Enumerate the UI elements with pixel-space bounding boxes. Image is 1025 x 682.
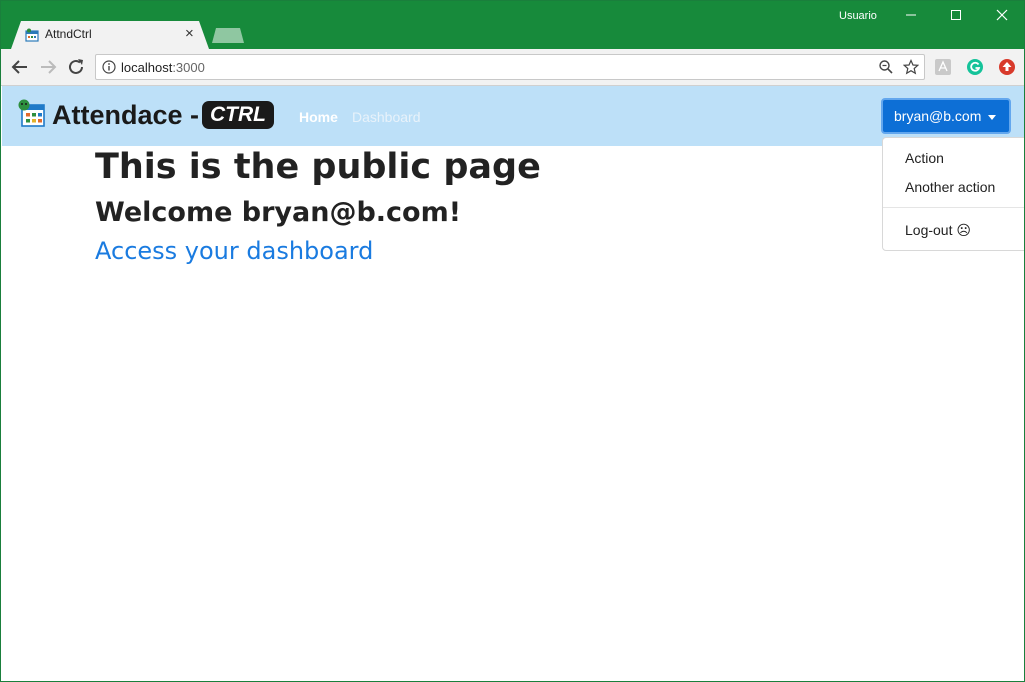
welcome-heading: Welcome bryan@b.com! <box>95 197 462 228</box>
tab-close-icon[interactable]: × <box>185 25 194 43</box>
dropdown-item-action[interactable]: Action <box>905 150 944 166</box>
maximize-icon <box>951 10 961 20</box>
close-window-button[interactable] <box>987 5 1017 27</box>
dropdown-item-logout[interactable]: Log-out ☹ <box>905 222 971 239</box>
calendar-favicon-icon <box>25 28 39 42</box>
reload-icon[interactable] <box>65 56 87 78</box>
site-navbar: Attendace - CTRL Home Dashboard bryan@b.… <box>2 86 1024 146</box>
user-dropdown-button[interactable]: bryan@b.com <box>881 98 1011 134</box>
user-dropdown-label: bryan@b.com <box>894 108 982 124</box>
brand-text: Attendace - <box>52 100 200 130</box>
browser-toolbar: localhost:3000 <box>1 49 1024 86</box>
browser-window: AttndCtrl × Usuario localhost:3000 Atten… <box>0 0 1025 682</box>
pdf-extension-icon[interactable] <box>934 58 952 76</box>
tab-title: AttndCtrl <box>45 27 92 41</box>
user-dropdown-menu: Action Another action Log-out ☹ <box>882 137 1024 251</box>
grammarly-extension-icon[interactable] <box>966 58 984 76</box>
browser-tab[interactable]: AttndCtrl × <box>11 21 209 49</box>
brand-badge: CTRL <box>202 101 274 129</box>
minimize-icon <box>906 14 916 16</box>
zoom-icon[interactable] <box>878 59 894 75</box>
forward-arrow-icon[interactable] <box>37 56 59 78</box>
dropdown-divider <box>883 207 1024 208</box>
back-arrow-icon[interactable] <box>9 56 31 78</box>
nav-link-dashboard[interactable]: Dashboard <box>352 109 421 125</box>
dropdown-item-another-action[interactable]: Another action <box>905 179 995 195</box>
upload-extension-icon[interactable] <box>998 58 1016 76</box>
page-title: This is the public page <box>95 147 541 187</box>
close-icon <box>996 9 1008 21</box>
url-text[interactable]: localhost:3000 <box>121 60 205 75</box>
title-bar: AttndCtrl × Usuario <box>1 1 1024 49</box>
dashboard-link[interactable]: Access your dashboard <box>95 237 373 265</box>
bookmark-star-icon[interactable] <box>903 59 919 75</box>
address-bar[interactable]: localhost:3000 <box>95 54 925 80</box>
info-icon[interactable] <box>102 60 116 74</box>
new-tab-button[interactable] <box>212 28 244 43</box>
maximize-button[interactable] <box>941 5 971 27</box>
caret-down-icon <box>988 115 996 120</box>
minimize-button[interactable] <box>896 5 926 27</box>
calendar-logo-icon <box>18 99 45 127</box>
profile-user-label[interactable]: Usuario <box>839 10 877 22</box>
nav-link-home[interactable]: Home <box>299 109 338 125</box>
